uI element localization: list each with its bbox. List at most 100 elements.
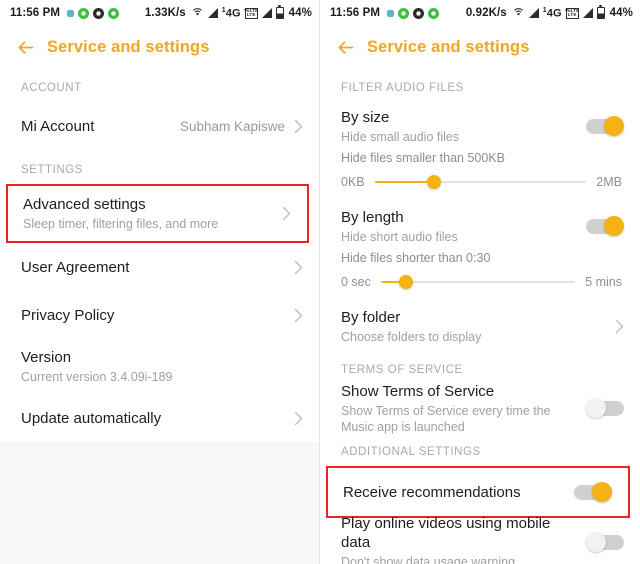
status-right-cluster: 1.33K/s 14G VoLTE LTE 44% [144,5,312,20]
list-item-title: Mi Account [21,117,95,135]
slider-track[interactable] [374,172,587,192]
chevron-right-icon [282,206,291,221]
list-item-show-terms-of-service[interactable]: Show Terms of Service Show Terms of Serv… [320,382,640,434]
app-bar-left: Service and settings [0,26,319,68]
highlight-box-advanced-settings: Advanced settings Sleep timer, filtering… [6,184,309,243]
back-arrow-icon[interactable] [15,37,36,58]
slider-max-label: 5 mins [585,275,622,289]
signal-icon-2 [582,8,593,18]
list-item-title: By length [341,208,404,226]
section-header-settings: SETTINGS [21,164,83,176]
network-type-label: 14G [542,6,562,20]
list-item-by-folder[interactable]: By folder Choose folders to display [320,302,640,350]
slider-by-length[interactable]: 0 sec 5 mins [320,269,640,302]
hotspot-icon [191,7,204,20]
status-right-cluster: 0.92K/s 14G VoLTE LTE 44% [465,5,633,20]
battery-icon [275,5,284,19]
slider-min-label: 0KB [341,175,365,189]
mi-account-value: Subham Kapiswe [179,118,285,134]
left-settings-list: ACCOUNT Mi Account Subham Kapiswe SETTIN… [0,68,319,564]
slider-thumb[interactable] [399,275,414,289]
list-item-version: Version Current version 3.4.09i-189 [0,339,319,394]
slider-track[interactable] [380,272,576,292]
toggle-show-terms-of-service[interactable] [586,398,624,418]
toggle-receive-recommendations[interactable] [574,482,612,502]
list-item-mi-account[interactable]: Mi Account Subham Kapiswe [0,102,319,150]
status-time: 11:56 PM [10,7,61,19]
list-item-subtitle: Hide short audio files [341,229,458,244]
battery-percent-label: 44% [288,7,312,19]
list-item-update-automatically[interactable]: Update automatically [0,394,319,442]
list-item-title: User Agreement [21,258,130,276]
list-item-subtitle: Show Terms of Service every time the Mus… [341,403,551,434]
list-item-by-size[interactable]: By size Hide small audio files [320,102,640,150]
list-item-user-agreement[interactable]: User Agreement [0,243,319,291]
list-item-advanced-settings[interactable]: Advanced settings Sleep timer, filtering… [8,186,307,241]
status-time: 11:56 PM [330,7,381,19]
status-bar-right: 11:56 PM 0.92K/s 14G VoLTE LTE 44% [320,0,640,26]
dark-app-icon [93,7,105,19]
toggle-by-size[interactable] [586,116,624,136]
whatsapp-icon [78,7,90,19]
status-notification-icons [67,7,120,19]
app-bar-right: Service and settings [320,26,640,68]
battery-icon [596,5,605,19]
back-arrow-icon[interactable] [335,37,356,58]
battery-percent-label: 44% [609,7,633,19]
right-phone-screen: 11:56 PM 0.92K/s 14G VoLTE LTE 44% Servi… [320,0,640,564]
dual-screenshot-container: 11:56 PM 1.33K/s 14G VoLTE LTE 44% Servi… [0,0,640,564]
list-item-subtitle: Sleep timer, filtering files, and more [23,217,219,231]
list-item-title: Privacy Policy [21,306,115,324]
volte-icon: VoLTE LTE [243,7,259,19]
chevron-right-icon [294,119,303,134]
volte-icon: VoLTE LTE [564,7,580,19]
list-item-privacy-policy[interactable]: Privacy Policy [0,291,319,339]
list-item-subtitle: Choose folders to display [341,329,482,344]
chevron-right-icon [294,411,303,426]
signal-icon [528,8,539,18]
list-item-title: Play online videos using mobile data [341,515,551,551]
chevron-right-icon [294,308,303,323]
status-notification-icons [387,7,440,19]
slider-thumb[interactable] [426,175,441,189]
chevron-right-icon [294,260,303,275]
status-bar-left: 11:56 PM 1.33K/s 14G VoLTE LTE 44% [0,0,319,26]
signal-icon [207,8,218,18]
section-header-account: ACCOUNT [21,82,82,94]
list-item-title: By folder [341,308,401,326]
section-header-filter-audio-files: FILTER AUDIO FILES [341,82,464,94]
network-type-label: 14G [221,6,241,20]
page-title: Service and settings [367,37,530,56]
app-icon [428,7,440,19]
page-title: Service and settings [47,37,210,56]
signal-icon-2 [261,8,272,18]
network-speed-label: 0.92K/s [465,7,507,19]
toggle-play-online-videos[interactable] [586,532,624,552]
whatsapp-icon [398,7,410,19]
sync-icon [67,9,75,17]
slider-max-label: 2MB [596,175,622,189]
list-item-title: Receive recommendations [343,483,521,501]
empty-area [0,442,319,564]
slider-min-label: 0 sec [341,275,371,289]
slider-by-size[interactable]: 0KB 2MB [320,169,640,202]
list-item-play-online-videos[interactable]: Play online videos using mobile data Don… [320,515,640,564]
app-icon [108,7,120,19]
chevron-right-icon [615,319,624,334]
list-item-title: By size [341,108,390,126]
sync-icon [387,9,395,17]
list-item-title: Version [21,349,72,366]
left-phone-screen: 11:56 PM 1.33K/s 14G VoLTE LTE 44% Servi… [0,0,320,564]
toggle-by-length[interactable] [586,216,624,236]
right-settings-list: FILTER AUDIO FILES By size Hide small au… [320,68,640,564]
list-item-subtitle: Current version 3.4.09i-189 [21,370,173,384]
list-item-subtitle: Hide small audio files [341,129,460,144]
network-speed-label: 1.33K/s [144,7,186,19]
hotspot-icon [512,7,525,20]
list-item-subtitle: Don't show data usage warning [341,555,516,564]
list-item-title: Show Terms of Service [341,382,495,400]
dark-app-icon [413,7,425,19]
list-item-by-length[interactable]: By length Hide short audio files [320,202,640,250]
list-item-title: Update automatically [21,409,162,427]
list-item-title: Advanced settings [23,196,146,213]
